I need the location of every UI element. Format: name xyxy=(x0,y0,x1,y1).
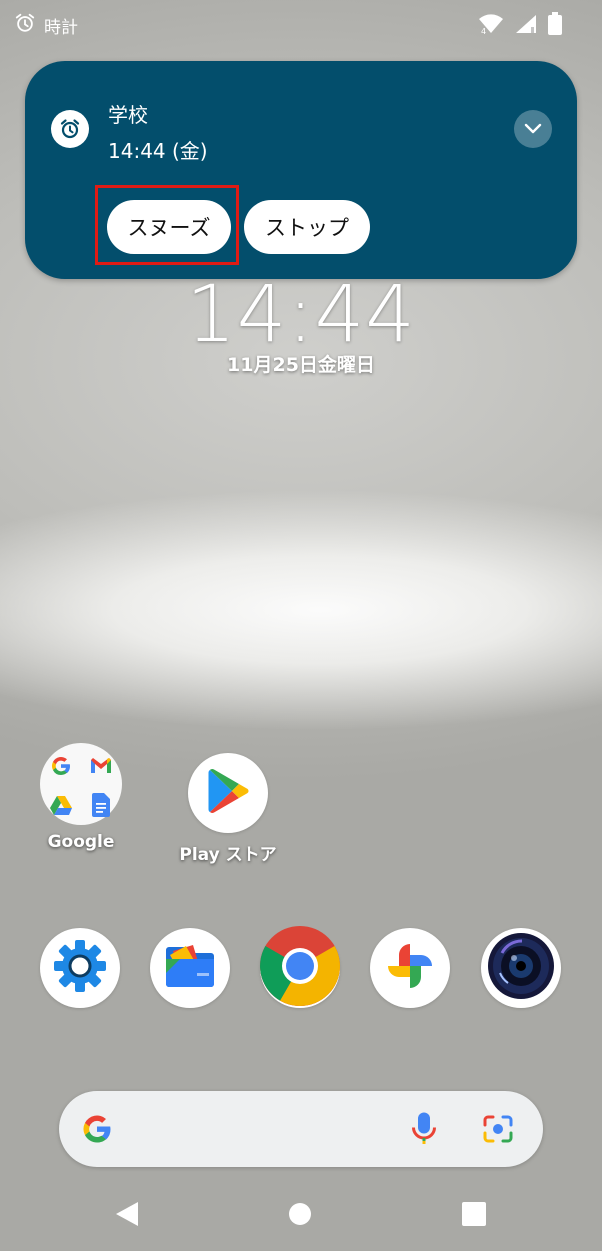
notification-alarm-icon xyxy=(51,110,89,148)
chrome-icon xyxy=(260,926,340,1010)
google-g-icon xyxy=(79,1111,115,1151)
lockscreen-clock-time: 14:44 xyxy=(186,270,416,360)
camera-icon xyxy=(488,933,554,1003)
wifi-icon: 4 xyxy=(478,13,504,39)
notification-title: 学校 xyxy=(108,103,148,127)
status-app-name: 時計 xyxy=(44,18,78,38)
docs-icon xyxy=(86,790,116,820)
status-left: 時計 xyxy=(14,12,78,39)
notification-time: 14:44 (金) xyxy=(108,139,208,163)
lockscreen-date: 11月25日金曜日 xyxy=(227,354,375,376)
play-store-label: Play ストア xyxy=(179,845,277,865)
stop-button[interactable]: ストップ xyxy=(244,200,370,254)
alarm-icon xyxy=(14,12,36,39)
home-icon[interactable] xyxy=(288,1202,312,1230)
files-icon xyxy=(163,943,217,993)
files-app[interactable] xyxy=(150,928,230,1008)
camera-app[interactable] xyxy=(481,928,561,1008)
battery-icon xyxy=(548,12,562,40)
google-folder-label: Google xyxy=(47,832,115,852)
settings-app[interactable] xyxy=(40,928,120,1008)
photos-icon xyxy=(384,940,436,996)
snooze-highlight-box xyxy=(95,185,239,265)
recents-icon[interactable] xyxy=(462,1202,486,1230)
photos-app[interactable] xyxy=(370,928,450,1008)
status-bar: 時計 4 xyxy=(0,0,602,48)
chrome-app[interactable] xyxy=(260,926,340,1010)
play-store-icon xyxy=(206,767,250,819)
drive-icon xyxy=(46,790,76,820)
expand-chevron-icon[interactable] xyxy=(514,110,552,148)
back-icon[interactable] xyxy=(114,1200,140,1232)
gmail-icon xyxy=(86,751,116,781)
settings-icon xyxy=(52,938,108,998)
google-folder[interactable] xyxy=(40,743,122,825)
mic-icon[interactable] xyxy=(409,1111,439,1151)
play-store-app[interactable] xyxy=(188,753,268,833)
google-search-bar[interactable] xyxy=(59,1091,543,1167)
signal-icon xyxy=(514,13,538,39)
svg-text:4: 4 xyxy=(481,27,486,35)
google-g-icon xyxy=(46,751,76,781)
status-right: 4 xyxy=(478,12,562,40)
lens-icon[interactable] xyxy=(481,1113,515,1149)
